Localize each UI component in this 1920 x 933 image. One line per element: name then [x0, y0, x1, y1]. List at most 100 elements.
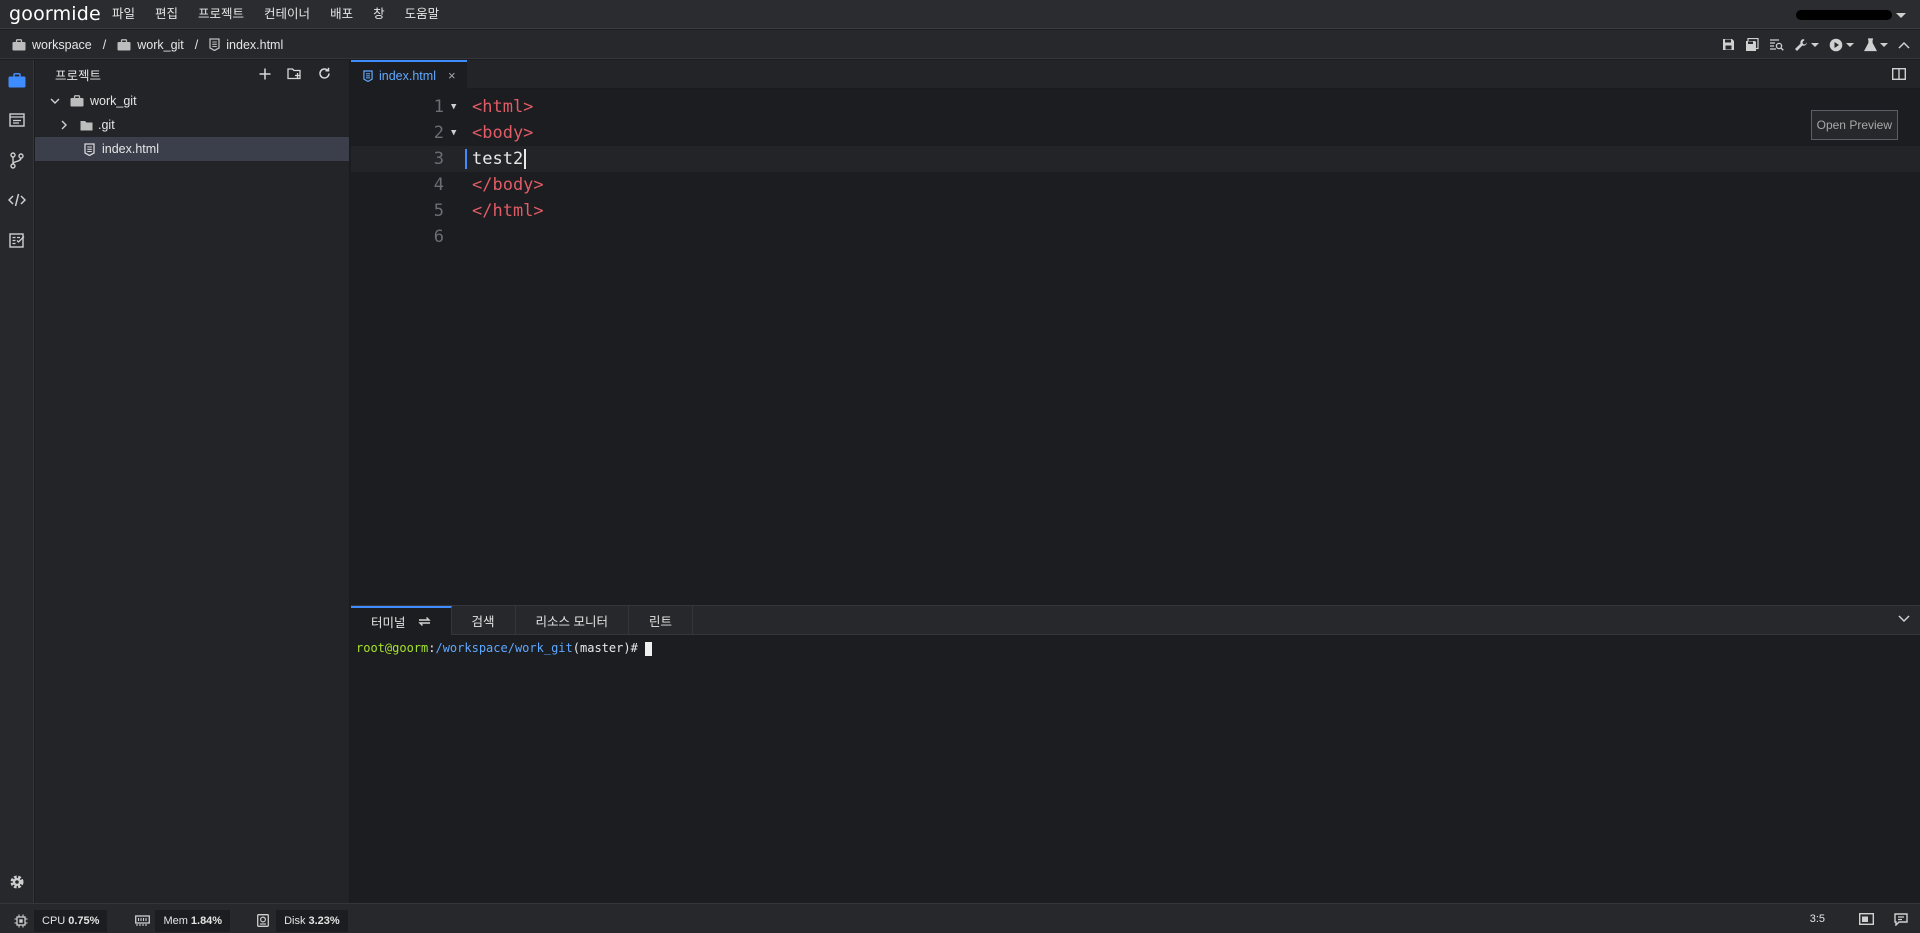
- mem-value: 1.84%: [190, 914, 223, 927]
- breadcrumb-workspace[interactable]: workspace: [12, 38, 92, 52]
- terminal[interactable]: root@goorm:/workspace/work_git(master)#: [351, 635, 1920, 903]
- status-right: 3:5: [1810, 908, 1908, 930]
- git-icon[interactable]: [0, 143, 34, 177]
- menu-window[interactable]: 창: [363, 0, 395, 29]
- cpu-stat[interactable]: CPU 0.75%: [8, 909, 108, 932]
- explorer-actions: [259, 67, 331, 80]
- build-menu[interactable]: [1794, 38, 1819, 52]
- menu-file[interactable]: 파일: [102, 0, 145, 29]
- code-text: </body>: [472, 175, 544, 195]
- flask-icon: [1864, 37, 1877, 52]
- collapse-up-icon[interactable]: [1898, 41, 1910, 49]
- menu-deploy[interactable]: 배포: [320, 0, 363, 29]
- tab-terminal[interactable]: 터미널: [351, 605, 452, 635]
- line-number: 4: [433, 175, 444, 195]
- new-file-icon[interactable]: [259, 68, 271, 80]
- briefcase-icon: [12, 38, 26, 51]
- disk-icon: [250, 910, 276, 932]
- memory-icon: [129, 910, 155, 932]
- menu-help[interactable]: 도움말: [395, 0, 450, 29]
- disk-value: 3.23%: [308, 914, 340, 927]
- project-icon[interactable]: [0, 63, 34, 97]
- breadcrumb: workspace / work_git / index.html: [12, 30, 283, 59]
- breadcrumb-separator: /: [102, 37, 107, 52]
- code-line: 4 </body>: [351, 172, 1920, 198]
- project-explorer-header: 프로젝트: [35, 60, 349, 89]
- split-editor-icon[interactable]: [1892, 68, 1906, 80]
- mem-stat[interactable]: Mem 1.84%: [129, 909, 231, 932]
- activity-bar: [0, 60, 34, 903]
- menu-container[interactable]: 컨테이너: [254, 0, 320, 29]
- disk-label: Disk: [284, 914, 306, 927]
- chevron-right-icon: [57, 120, 71, 130]
- line-number: 2: [433, 123, 444, 143]
- cpu-value-box: CPU 0.75%: [34, 909, 108, 932]
- window-icon[interactable]: [0, 103, 34, 137]
- checklist-icon[interactable]: [0, 223, 34, 257]
- code-line: 1 ▼ <html>: [351, 94, 1920, 120]
- new-folder-icon[interactable]: [287, 67, 302, 80]
- cursor-position[interactable]: 3:5: [1810, 913, 1825, 925]
- tab-search[interactable]: 검색: [452, 605, 516, 635]
- terminal-path: /workspace/work_git: [435, 641, 573, 655]
- menu-edit[interactable]: 편집: [145, 0, 188, 29]
- chevron-down-icon: [1846, 42, 1854, 47]
- terminal-prompt: #: [630, 641, 638, 655]
- code-text: <html>: [472, 97, 534, 117]
- breadcrumb-bar: workspace / work_git / index.html: [0, 30, 1920, 59]
- code-icon[interactable]: [0, 183, 34, 217]
- bottom-panel-tabs: 터미널 검색 리소스 모니터 린트: [351, 605, 1920, 635]
- tab-resource-monitor[interactable]: 리소스 모니터: [516, 605, 630, 635]
- tree-item-label: index.html: [102, 142, 159, 156]
- find-icon[interactable]: [1769, 38, 1784, 51]
- code-editor[interactable]: 1 ▼ <html> 2 ▼ <body> 3 test2 4 </body> …: [351, 90, 1920, 605]
- breadcrumb-separator: /: [194, 37, 199, 52]
- settings-icon[interactable]: [0, 865, 34, 899]
- run-menu[interactable]: [1829, 38, 1854, 52]
- project-explorer-title: 프로젝트: [55, 69, 102, 83]
- chat-icon[interactable]: [1894, 912, 1908, 926]
- menu-project[interactable]: 프로젝트: [188, 0, 254, 29]
- disk-value-box: Disk 3.23%: [276, 909, 348, 932]
- breadcrumb-label: index.html: [226, 37, 284, 52]
- mem-label: Mem: [163, 914, 188, 927]
- html-file-icon: [209, 38, 220, 51]
- cpu-icon: [8, 910, 34, 932]
- open-preview-button[interactable]: Open Preview: [1810, 110, 1898, 140]
- fold-arrow-icon[interactable]: ▼: [451, 128, 456, 138]
- disk-stat[interactable]: Disk 3.23%: [250, 909, 348, 932]
- main-toolbar: [1722, 30, 1910, 59]
- tab-lint[interactable]: 린트: [629, 605, 694, 635]
- tree-item-git[interactable]: .git: [35, 113, 349, 137]
- tab-index-html[interactable]: index.html ×: [351, 60, 467, 89]
- active-line-marker: [465, 149, 467, 169]
- fold-arrow-icon[interactable]: ▼: [451, 102, 456, 112]
- tree-item-index-html[interactable]: index.html: [35, 137, 349, 161]
- code-text-with-cursor: test2: [472, 149, 526, 169]
- tree-item-work-git[interactable]: work_git: [35, 89, 349, 113]
- line-number: 6: [433, 227, 444, 247]
- cpu-value: 0.75%: [68, 914, 100, 927]
- save-all-icon[interactable]: [1745, 37, 1759, 52]
- user-menu[interactable]: [1796, 8, 1906, 22]
- close-icon[interactable]: ×: [448, 68, 456, 83]
- refresh-icon[interactable]: [318, 67, 331, 80]
- briefcase-icon: [70, 95, 84, 107]
- code-text: <body>: [472, 123, 534, 143]
- html-file-icon: [363, 69, 373, 82]
- breadcrumb-index-html[interactable]: index.html: [209, 38, 283, 52]
- chevron-down-icon[interactable]: [1898, 615, 1910, 623]
- main-menu: 파일 편집 프로젝트 컨테이너 배포 창 도움말: [102, 0, 449, 29]
- run-icon: [1829, 38, 1843, 52]
- test-menu[interactable]: [1864, 37, 1888, 52]
- project-explorer: 프로젝트 work_git .git index.html: [35, 60, 350, 903]
- wrench-icon: [1794, 38, 1808, 52]
- save-icon[interactable]: [1722, 38, 1735, 51]
- sync-icon[interactable]: [417, 616, 431, 627]
- status-bar: CPU 0.75% Mem 1.84% Disk 3.23% 3:5: [0, 903, 1920, 933]
- goormide-logo[interactable]: goormide: [9, 3, 101, 25]
- breadcrumb-work-git[interactable]: work_git: [117, 38, 184, 52]
- chevron-down-icon: [1880, 42, 1888, 47]
- layout-icon[interactable]: [1859, 913, 1874, 925]
- editor-tab-bar: index.html ×: [351, 60, 1920, 89]
